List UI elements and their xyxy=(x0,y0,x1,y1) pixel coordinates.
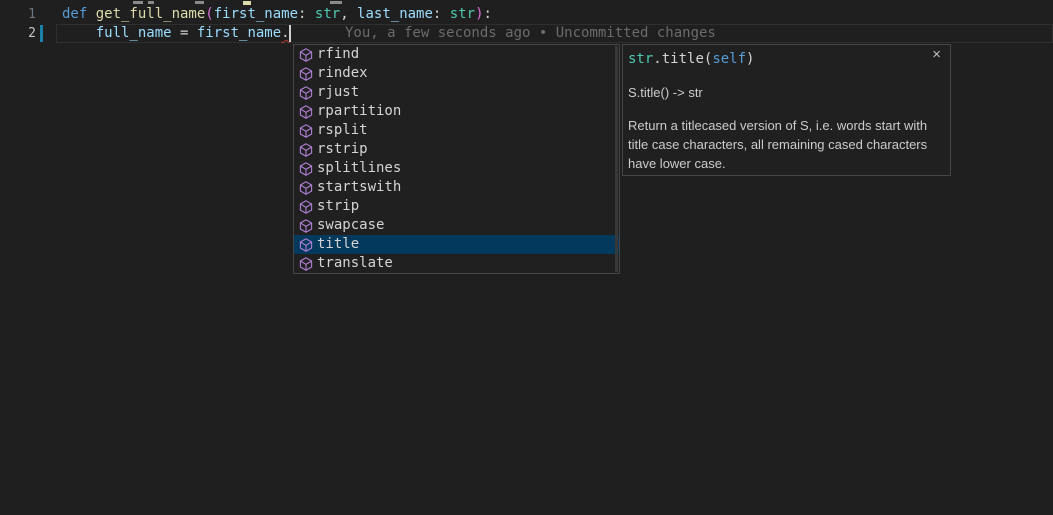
code-token: : xyxy=(484,6,492,22)
suggest-item-label: swapcase xyxy=(317,216,384,235)
method-cube-icon xyxy=(298,256,314,272)
line-number: 2 xyxy=(0,24,36,43)
suggest-item-label: rjust xyxy=(317,83,359,102)
code-token: ) xyxy=(746,51,754,67)
suggest-item-label: startswith xyxy=(317,178,401,197)
code-token: , xyxy=(340,6,357,22)
code-token: ( xyxy=(205,6,213,22)
suggest-item-rsplit[interactable]: rsplit xyxy=(294,121,619,140)
method-cube-icon xyxy=(298,104,314,120)
method-cube-icon xyxy=(298,47,314,63)
code-token: last_name xyxy=(357,6,433,22)
docs-summary: S.title() -> str xyxy=(628,83,942,102)
suggest-item-strip[interactable]: strip xyxy=(294,197,619,216)
code-token: str xyxy=(628,51,653,67)
code-token: def xyxy=(62,6,96,22)
method-cube-icon xyxy=(298,142,314,158)
code-token: first_name xyxy=(214,6,298,22)
text-cursor xyxy=(289,25,291,42)
code-token: = xyxy=(172,25,197,41)
code-token xyxy=(62,25,96,41)
code-token: ) xyxy=(475,6,483,22)
method-cube-icon xyxy=(298,66,314,82)
suggest-item-label: rindex xyxy=(317,64,368,83)
blame-annotation: You, a few seconds ago • Uncommitted cha… xyxy=(345,24,716,43)
suggest-item-label: rfind xyxy=(317,45,359,64)
suggest-item-rpartition[interactable]: rpartition xyxy=(294,102,619,121)
modified-line-indicator xyxy=(40,25,43,42)
line-number: 1 xyxy=(0,5,36,24)
method-cube-icon xyxy=(298,123,314,139)
code-token: first_name xyxy=(197,25,281,41)
method-cube-icon xyxy=(298,199,314,215)
suggest-item-label: splitlines xyxy=(317,159,401,178)
autocomplete-suggest-widget: rfindrindexrjustrpartitionrsplitrstripsp… xyxy=(293,44,620,274)
suggest-item-label: strip xyxy=(317,197,359,216)
suggest-item-label: rstrip xyxy=(317,140,368,159)
suggest-item-label: translate xyxy=(317,254,393,273)
suggest-item-startswith[interactable]: startswith xyxy=(294,178,619,197)
method-cube-icon xyxy=(298,237,314,253)
suggest-scrollbar[interactable] xyxy=(615,46,618,272)
code-token: self xyxy=(712,51,746,67)
code-line[interactable]: def get_full_name(first_name: str, last_… xyxy=(62,5,492,24)
method-signature: str.title(self) xyxy=(628,50,942,69)
code-token: : xyxy=(298,6,315,22)
suggest-item-translate[interactable]: translate xyxy=(294,254,619,273)
suggest-list: rfindrindexrjustrpartitionrsplitrstripsp… xyxy=(294,45,619,273)
suggest-item-swapcase[interactable]: swapcase xyxy=(294,216,619,235)
suggest-docs-panel: str.title(self) × S.title() -> str Retur… xyxy=(622,44,951,176)
close-icon[interactable]: × xyxy=(932,47,941,62)
suggest-item-label: rpartition xyxy=(317,102,401,121)
code-token: str xyxy=(315,6,340,22)
code-token: str xyxy=(450,6,475,22)
method-cube-icon xyxy=(298,85,314,101)
suggest-item-rindex[interactable]: rindex xyxy=(294,64,619,83)
code-token: get_full_name xyxy=(96,6,206,22)
code-line[interactable]: full_name = first_name. xyxy=(62,24,290,43)
suggest-item-rstrip[interactable]: rstrip xyxy=(294,140,619,159)
suggest-item-rfind[interactable]: rfind xyxy=(294,45,619,64)
method-cube-icon xyxy=(298,161,314,177)
code-token: full_name xyxy=(96,25,172,41)
docs-description: Return a titlecased version of S, i.e. w… xyxy=(628,116,940,173)
method-cube-icon xyxy=(298,180,314,196)
code-token: .title( xyxy=(653,51,712,67)
suggest-item-label: rsplit xyxy=(317,121,368,140)
suggest-item-splitlines[interactable]: splitlines xyxy=(294,159,619,178)
suggest-item-rjust[interactable]: rjust xyxy=(294,83,619,102)
suggest-item-title[interactable]: title xyxy=(294,235,619,254)
code-token: : xyxy=(433,6,450,22)
suggest-item-label: title xyxy=(317,235,359,254)
method-cube-icon xyxy=(298,218,314,234)
